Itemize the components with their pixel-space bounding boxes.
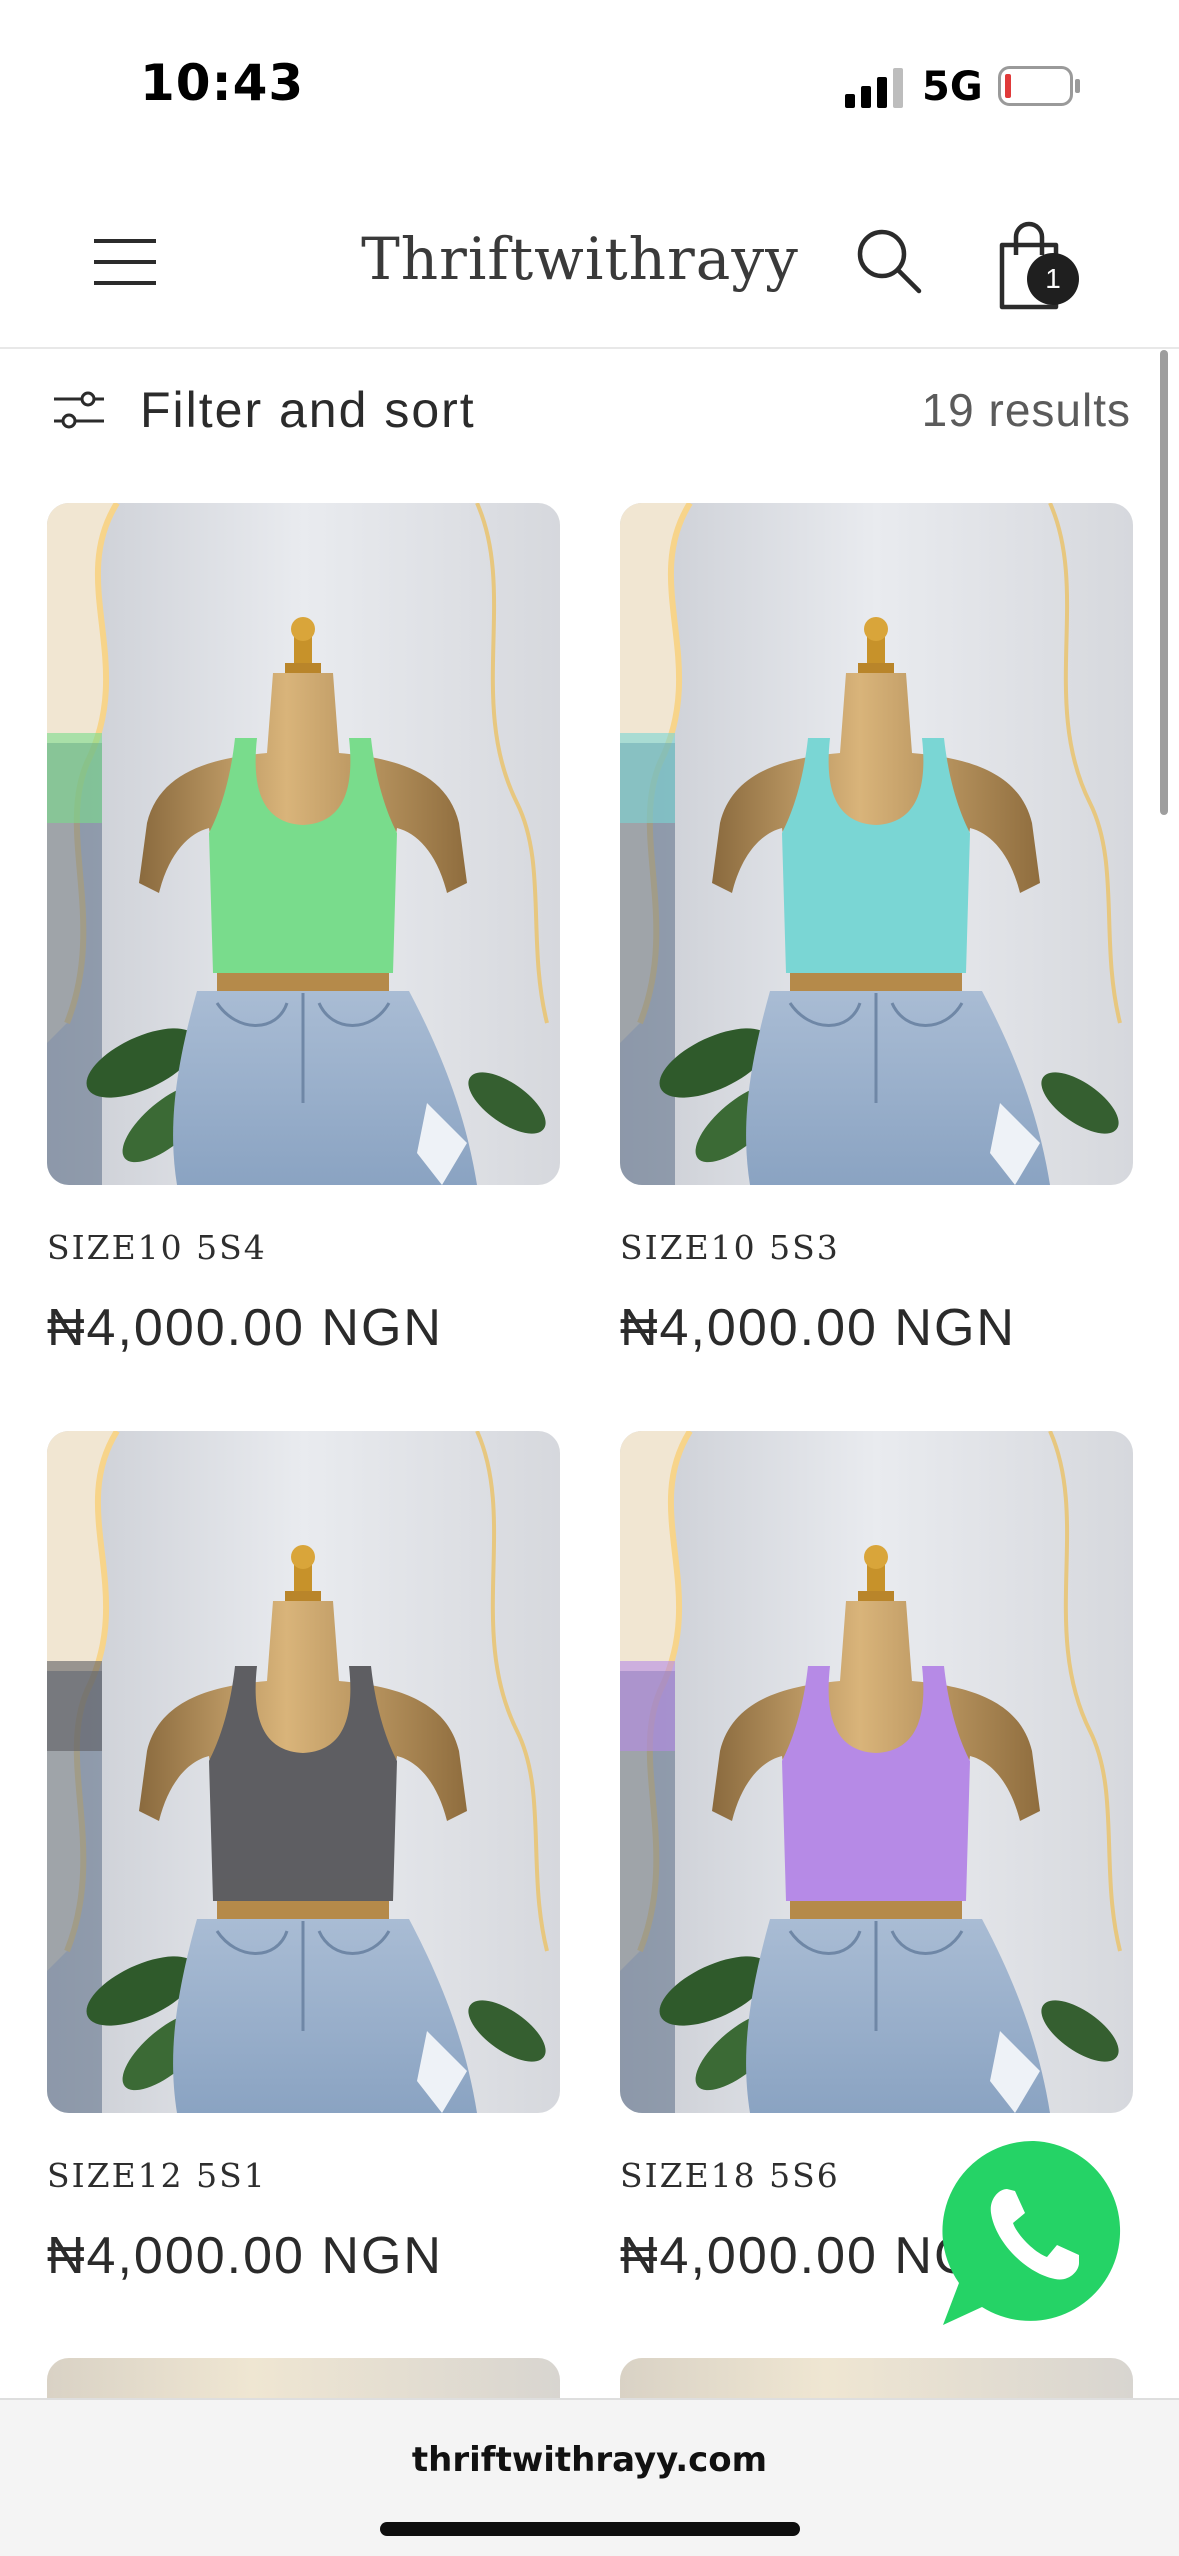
site-header: Thriftwithrayy <box>0 175 1179 349</box>
home-indicator[interactable] <box>380 2522 800 2536</box>
status-time: 10:43 <box>140 54 305 112</box>
cellular-signal-icon <box>845 68 903 108</box>
product-image[interactable] <box>47 1431 560 2113</box>
status-bar: 10:43 5G <box>0 0 1179 175</box>
battery-icon <box>998 66 1080 106</box>
whatsapp-icon[interactable] <box>937 2137 1131 2331</box>
menu-icon[interactable] <box>90 227 160 297</box>
product-title[interactable]: SIZE18 5S6 <box>620 2156 840 2195</box>
page: 10:43 5G Thriftwithrayy 1 Filter and sor… <box>0 0 1179 2556</box>
product-title[interactable]: SIZE10 5S4 <box>47 1228 267 1267</box>
product-price: ₦4,000.00 NGN <box>47 1299 443 1357</box>
filter-bar: Filter and sort 19 results <box>0 349 1179 469</box>
product-price: ₦4,000.00 NGN <box>47 2227 443 2285</box>
cart-count-badge[interactable]: 1 <box>1027 253 1079 305</box>
product-title[interactable]: SIZE10 5S3 <box>620 1228 840 1267</box>
results-count: 19 results <box>921 384 1131 436</box>
network-type: 5G <box>922 64 983 110</box>
search-icon[interactable] <box>853 225 923 295</box>
product-image[interactable] <box>620 503 1133 1185</box>
scrollbar-thumb[interactable] <box>1160 350 1168 815</box>
filter-sliders-icon[interactable] <box>52 387 106 433</box>
browser-url[interactable]: thriftwithrayy.com <box>0 2440 1179 2480</box>
product-price: ₦4,000.00 NGN <box>620 1299 1016 1357</box>
filter-and-sort-button[interactable]: Filter and sort <box>140 381 476 439</box>
store-logo[interactable]: Thriftwithrayy <box>300 225 860 293</box>
product-image[interactable] <box>47 503 560 1185</box>
product-title[interactable]: SIZE12 5S1 <box>47 2156 267 2195</box>
product-image[interactable] <box>620 1431 1133 2113</box>
browser-address-bar[interactable]: thriftwithrayy.com <box>0 2398 1179 2556</box>
